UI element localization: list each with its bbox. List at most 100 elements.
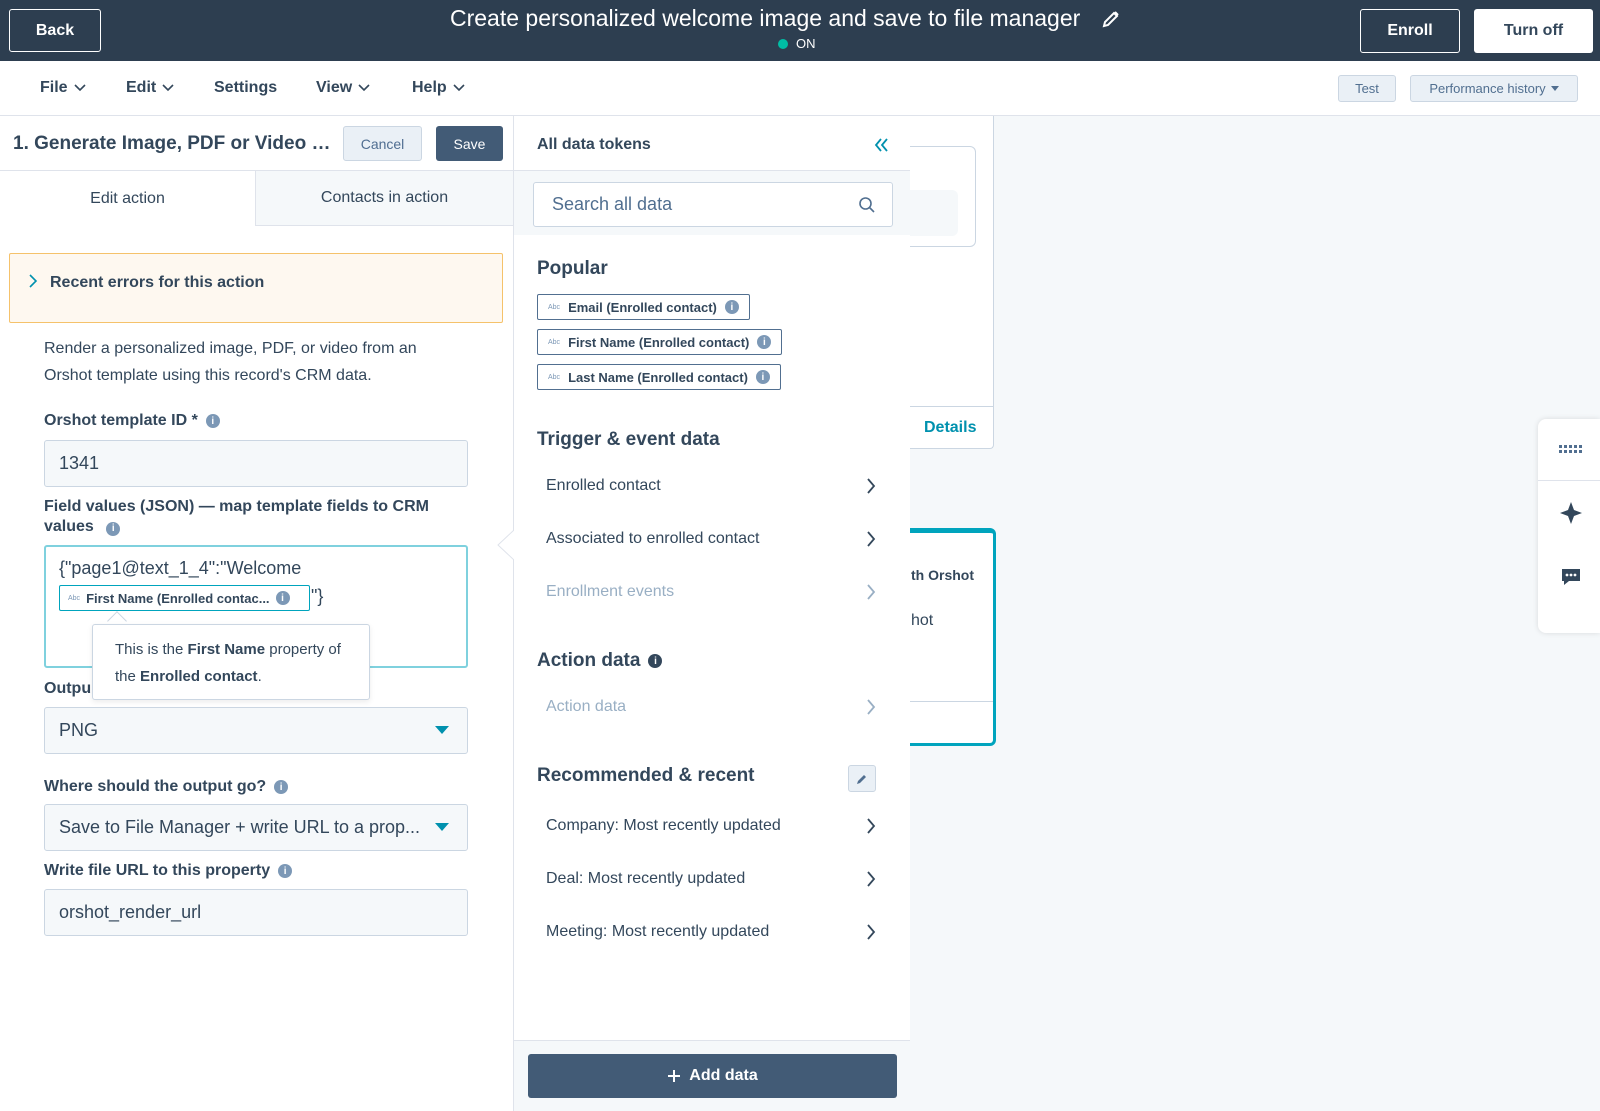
field-values-label-text: Field values (JSON) — map template field… <box>44 498 429 535</box>
status-label: ON <box>796 36 816 51</box>
tooltip-bold: First Name <box>187 641 266 658</box>
details-link[interactable]: Details <box>924 419 976 437</box>
menu-settings-label: Settings <box>214 79 278 96</box>
plus-icon <box>668 1070 681 1082</box>
chevron-right-icon <box>29 274 38 288</box>
workflow-title[interactable]: Create personalized welcome image and sa… <box>450 5 1080 32</box>
json-text-end: "} <box>311 586 324 606</box>
url-property-input[interactable]: orshot_render_url <box>44 889 468 936</box>
menu-bar: File Edit Settings View Help Test Perfor… <box>0 61 1600 116</box>
info-icon[interactable]: i <box>757 335 772 349</box>
menu-file[interactable]: File <box>40 79 86 97</box>
chevron-down-icon <box>162 84 174 92</box>
sparkle-icon[interactable] <box>1558 501 1584 525</box>
pencil-icon <box>857 774 866 784</box>
destination-value: Save to File Manager + write URL to a pr… <box>59 817 421 837</box>
chevron-right-icon <box>867 924 876 940</box>
test-button[interactable]: Test <box>1338 75 1396 102</box>
search-icon <box>859 197 875 213</box>
action-data-heading-text: Action data <box>537 650 641 671</box>
chevron-right-icon <box>867 699 876 715</box>
menu-help[interactable]: Help <box>412 79 465 97</box>
chevron-down-icon <box>453 84 465 92</box>
nav-enrolled-contact[interactable]: Enrolled contact <box>546 477 876 495</box>
cancel-button[interactable]: Cancel <box>343 126 422 161</box>
save-button[interactable]: Save <box>436 126 503 161</box>
info-icon[interactable]: i <box>274 780 289 794</box>
info-icon[interactable]: i <box>106 522 121 536</box>
menu-edit[interactable]: Edit <box>126 79 174 97</box>
nav-company-recent[interactable]: Company: Most recently updated <box>546 817 876 835</box>
inserted-token-first-name[interactable]: Abc First Name (Enrolled contac... i <box>59 585 310 611</box>
nav-label: Deal: Most recently updated <box>546 870 746 887</box>
template-id-input[interactable]: 1341 <box>44 440 468 487</box>
chat-icon[interactable] <box>1558 565 1584 589</box>
token-first-name[interactable]: Abc First Name (Enrolled contact) i <box>537 329 783 355</box>
nav-label: Meeting: Most recently updated <box>546 923 770 940</box>
nav-enrollment-events: Enrollment events <box>546 583 876 601</box>
token-last-name[interactable]: Abc Last Name (Enrolled contact) i <box>537 364 781 390</box>
tooltip-text: This is the <box>115 641 188 658</box>
recommended-heading: Recommended & recent <box>537 765 755 786</box>
tab-edit-action[interactable]: Edit action <box>0 171 255 226</box>
back-button[interactable]: Back <box>9 9 101 52</box>
performance-history-label: Performance history <box>1429 81 1546 96</box>
data-tokens-title: All data tokens <box>537 136 651 153</box>
menu-settings[interactable]: Settings <box>214 79 277 97</box>
field-values-label: Field values (JSON) — map template field… <box>44 497 464 537</box>
menu-help-label: Help <box>412 79 447 96</box>
nav-deal-recent[interactable]: Deal: Most recently updated <box>546 870 876 888</box>
token-tooltip: This is the First Name property of the E… <box>92 624 370 700</box>
nav-associated-contact[interactable]: Associated to enrolled contact <box>546 530 876 548</box>
action-description: Render a personalized image, PDF, or vid… <box>44 340 417 384</box>
popular-heading: Popular <box>537 258 608 279</box>
workflow-card-action-title: th Orshot <box>911 567 974 583</box>
text-type-icon: Abc <box>548 303 561 311</box>
workflow-status: ON <box>778 36 816 51</box>
menu-file-label: File <box>40 79 68 96</box>
workflow-card-action-text: hot <box>911 612 934 629</box>
output-format-select[interactable]: PNG <box>44 707 468 754</box>
token-email[interactable]: Abc Email (Enrolled contact) i <box>537 294 750 320</box>
grid-icon[interactable] <box>1558 437 1584 461</box>
destination-label: Where should the output go? i <box>44 778 289 796</box>
template-id-label-text: Orshot template ID * <box>44 412 198 429</box>
rail-divider <box>1538 480 1600 481</box>
chevron-right-icon <box>867 478 876 494</box>
tooltip-bold: Enrolled contact <box>140 668 258 685</box>
nav-label: Enrolled contact <box>546 477 661 494</box>
info-icon[interactable]: i <box>275 591 290 605</box>
info-icon[interactable]: i <box>648 654 663 668</box>
trigger-data-heading: Trigger & event data <box>537 429 720 450</box>
destination-select[interactable]: Save to File Manager + write URL to a pr… <box>44 804 468 851</box>
chevron-down-icon <box>358 84 370 92</box>
info-icon[interactable]: i <box>205 414 220 428</box>
turn-off-button[interactable]: Turn off <box>1474 9 1593 53</box>
menu-view[interactable]: View <box>316 79 370 97</box>
output-format-value: PNG <box>59 720 99 740</box>
caret-down-icon <box>435 726 449 734</box>
edit-recommended-button[interactable] <box>848 765 876 792</box>
search-placeholder: Search all data <box>552 194 673 214</box>
pencil-icon[interactable] <box>1101 9 1121 29</box>
caret-down-icon <box>435 823 449 831</box>
search-input[interactable]: Search all data <box>533 182 893 227</box>
action-data-heading: Action data i <box>537 650 663 672</box>
info-icon[interactable]: i <box>755 370 770 384</box>
double-chevron-left-icon[interactable] <box>873 137 889 153</box>
tooltip-text: . <box>257 668 262 685</box>
info-icon[interactable]: i <box>724 300 739 314</box>
enroll-button[interactable]: Enroll <box>1360 9 1460 53</box>
nav-meeting-recent[interactable]: Meeting: Most recently updated <box>546 923 876 941</box>
url-property-label: Write file URL to this property i <box>44 862 293 880</box>
chevron-right-icon <box>867 871 876 887</box>
add-data-label: Add data <box>689 1067 758 1084</box>
menu-edit-label: Edit <box>126 79 157 96</box>
nav-label: Company: Most recently updated <box>546 817 781 834</box>
tab-contacts-in-action[interactable]: Contacts in action <box>255 171 513 226</box>
add-data-button[interactable]: Add data <box>528 1054 897 1098</box>
nav-label: Associated to enrolled contact <box>546 530 760 547</box>
chevron-down-icon <box>73 84 86 92</box>
info-icon[interactable]: i <box>278 864 293 878</box>
performance-history-button[interactable]: Performance history <box>1410 75 1578 102</box>
